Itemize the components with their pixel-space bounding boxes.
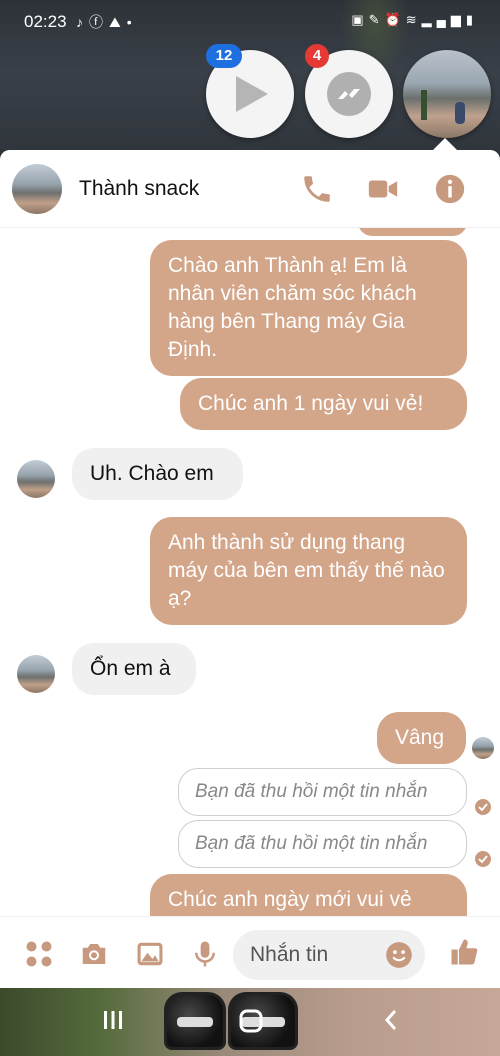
signal-icon: ▂▄▆ [421,12,466,27]
tiktok-icon: ♪ [76,14,89,30]
message-bubble-outgoing[interactable]: Chúc anh ngày mới vui vẻ [150,874,467,916]
no-pen-icon: ✎ [368,12,385,27]
more-apps-icon[interactable] [24,939,54,969]
play-badge: 12 [206,44,242,68]
message-text: Uh. Chào em [90,462,214,485]
status-bar: 02:23 ♪ⓕ⛰• ▣✎⏰≋▂▄▆▮ [0,0,500,44]
info-icon[interactable] [433,172,467,206]
message-text: Chúc anh ngày mới vui vẻ [168,888,412,911]
mountain-icon: ⛰ [109,14,127,30]
message-bubble-outgoing[interactable]: Chúc anh 1 ngày vui vẻ! [180,378,467,430]
message-text: Chúc anh 1 ngày vui vẻ! [198,392,424,415]
chat-panel: Thành snack Chào anh Thành ạ! Em là nhân… [0,150,500,988]
message-input[interactable]: Nhắn tin [233,930,425,980]
navigation-bar [0,988,500,1056]
video-chat-head[interactable]: 12 [206,44,294,138]
recalled-message[interactable]: Bạn đã thu hồi một tin nhắn [178,768,467,816]
status-time: 02:23 [24,12,67,31]
contact-avatar[interactable] [12,164,62,214]
gallery-icon[interactable] [135,939,165,969]
sent-check-icon [475,799,491,815]
system-icons: ▣✎⏰≋▂▄▆▮ [351,12,478,28]
wifi-icon: ≋ [405,12,422,27]
message-text: Anh thành sử dụng thang máy của bên em t… [168,531,445,610]
chat-header: Thành snack [0,150,500,228]
message-bubble-outgoing[interactable]: Vâng [377,712,466,764]
video-call-icon[interactable] [366,172,400,206]
play-icon [236,76,268,112]
messenger-badge: 4 [305,44,329,68]
message-bubble-incoming[interactable]: Ổn em à [72,643,196,695]
message-bubble-incoming[interactable]: Uh. Chào em [72,448,243,500]
chat-head-pointer [433,138,457,150]
camera-icon[interactable] [79,939,109,969]
recalled-message-text: Bạn đã thu hồi một tin nhắn [195,833,428,854]
contact-message-avatar [17,460,55,498]
notification-icons: ♪ⓕ⛰• [76,12,138,32]
recalled-message-text: Bạn đã thu hồi một tin nhắn [195,781,428,802]
message-bubble-outgoing[interactable]: Anh thành sử dụng thang máy của bên em t… [150,517,467,625]
message-composer: Nhắn tin [0,916,500,988]
emoji-icon[interactable] [385,941,413,969]
message-bubble-outgoing[interactable] [358,228,467,236]
back-icon[interactable] [380,1008,404,1032]
recalled-message[interactable]: Bạn đã thu hồi một tin nhắn [178,820,467,868]
messenger-chat-head[interactable]: 4 [305,44,393,138]
contact-name[interactable]: Thành snack [79,177,199,201]
messenger-icon [327,72,371,116]
thumbs-up-icon[interactable] [449,937,479,967]
battery-icon: ▮ [465,12,478,27]
contact-message-avatar [17,655,55,693]
alarm-icon: ⏰ [384,12,406,27]
message-text: Vâng [395,726,445,749]
message-input-placeholder: Nhắn tin [250,943,329,966]
sent-check-icon [475,851,491,867]
facebook-icon: ⓕ [89,14,109,30]
message-list: Chào anh Thành ạ! Em là nhân viên chăm s… [0,228,500,916]
seen-indicator-avatar [472,737,494,759]
message-text: Chào anh Thành ạ! Em là nhân viên chăm s… [168,254,417,361]
contact-chat-head[interactable] [403,50,491,138]
dot-icon: • [126,14,138,30]
home-icon[interactable] [238,1008,264,1034]
message-bubble-outgoing[interactable]: Chào anh Thành ạ! Em là nhân viên chăm s… [150,240,467,376]
microphone-icon[interactable] [190,939,220,969]
message-text: Ổn em à [90,657,171,680]
battery-saver-icon: ▣ [351,12,369,27]
recent-apps-icon[interactable] [101,1008,125,1032]
phone-call-icon[interactable] [300,172,334,206]
